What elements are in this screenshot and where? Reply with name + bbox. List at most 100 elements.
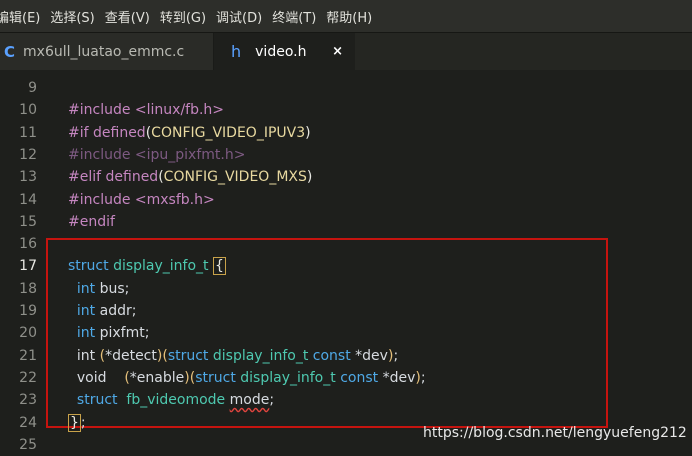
code-text: int bus; xyxy=(68,278,129,300)
tab-label: mx6ull_luatao_emmc.c xyxy=(23,43,185,60)
code-token: display_info_t xyxy=(240,369,341,386)
menu-item[interactable]: 终端(T) xyxy=(272,7,316,26)
menu-item[interactable]: 选择(S) xyxy=(50,7,94,26)
menu-item[interactable]: 编辑(E) xyxy=(0,7,40,26)
code-token: #include xyxy=(68,102,135,119)
code-line: 16 xyxy=(0,233,692,255)
code-token: #include xyxy=(68,191,135,208)
code-text: struct fb_videomode mode; xyxy=(68,389,274,411)
code-token: } xyxy=(68,413,81,432)
code-text: int (*detect)(struct display_info_t cons… xyxy=(68,345,398,367)
tab-video-h[interactable]: h video.h × xyxy=(214,33,355,70)
line-number: 23 xyxy=(19,392,37,409)
code-line: 20 int pixfmt; xyxy=(0,322,692,344)
line-number: 14 xyxy=(19,191,37,208)
line-number: 25 xyxy=(19,436,37,453)
code-line: 11 #if defined(CONFIG_VIDEO_IPUV3) xyxy=(0,122,692,144)
watermark: https://blog.csdn.net/lengyuefeng212 xyxy=(423,425,687,441)
code-token: struct xyxy=(76,392,127,409)
code-text: int pixfmt; xyxy=(68,322,150,344)
line-number: 10 xyxy=(19,102,37,119)
close-icon[interactable]: × xyxy=(332,44,343,59)
code-token: *dev xyxy=(382,369,416,386)
line-number: 20 xyxy=(19,325,37,342)
menu-item[interactable]: 调试(D) xyxy=(216,7,262,26)
code-token: bus; xyxy=(99,280,130,297)
code-token: ; xyxy=(393,347,399,364)
code-token: int xyxy=(76,280,100,297)
code-token: *enable xyxy=(129,369,185,386)
code-token: ) xyxy=(305,124,311,141)
code-token: display_info_t xyxy=(113,258,213,275)
line-number: 18 xyxy=(19,280,37,297)
code-token: <mxsfb.h> xyxy=(134,191,215,208)
code-token: #elif defined xyxy=(68,169,159,186)
code-text: #include <linux/fb.h> xyxy=(68,99,224,121)
code-token: const xyxy=(312,347,356,364)
code-text: struct display_info_t { xyxy=(68,255,226,277)
code-token: <linux/fb.h> xyxy=(134,102,225,119)
menu-item[interactable]: 查看(V) xyxy=(105,7,150,26)
code-token: addr; xyxy=(99,303,137,319)
code-text: }; xyxy=(68,412,86,434)
line-number: 22 xyxy=(19,369,37,386)
h-file-icon: h xyxy=(231,42,242,61)
code-token: struct xyxy=(167,347,213,364)
code-token: CONFIG_VIDEO_MXS xyxy=(163,169,307,186)
code-token: display_info_t xyxy=(212,347,313,364)
code-line: 22 void (*enable)(struct display_info_t … xyxy=(0,367,692,389)
menu-bar: 编辑(E) 选择(S) 查看(V) 转到(G) 调试(D) 终端(T) 帮助(H) xyxy=(0,0,692,33)
code-token: int xyxy=(76,325,100,342)
code-line: 13 #elif defined(CONFIG_VIDEO_MXS) xyxy=(0,166,692,188)
code-line: 21 int (*detect)(struct display_info_t c… xyxy=(0,345,692,367)
code-text: #endif xyxy=(68,211,115,233)
code-token: )( xyxy=(156,347,168,364)
code-line: 12 #include <ipu_pixfmt.h> xyxy=(0,144,692,166)
line-number: 15 xyxy=(19,213,37,230)
tab-mx6ull-luatao-emmc-c[interactable]: C mx6ull_luatao_emmc.c xyxy=(0,33,214,70)
line-number: 13 xyxy=(19,169,37,186)
line-number: 19 xyxy=(19,303,37,319)
code-line: 14 #include <mxsfb.h> xyxy=(0,189,692,211)
code-token: #include <ipu_pixfmt.h> xyxy=(68,146,246,163)
code-token: struct xyxy=(195,369,241,386)
code-token: const xyxy=(340,369,383,386)
code-token: int xyxy=(68,347,100,364)
code-text: #if defined(CONFIG_VIDEO_IPUV3) xyxy=(68,122,311,144)
code-token: ; xyxy=(80,414,86,431)
code-token: )( xyxy=(184,369,196,386)
menu-item[interactable]: 转到(G) xyxy=(160,7,206,26)
code-token: pixfmt; xyxy=(99,325,150,342)
tab-bar: C mx6ull_luatao_emmc.c h video.h × xyxy=(0,33,692,70)
line-number: 21 xyxy=(19,347,37,364)
code-token: ) xyxy=(306,169,313,186)
code-token: ; xyxy=(420,369,426,386)
line-number: 24 xyxy=(19,414,37,431)
code-token: *dev xyxy=(355,347,388,364)
code-token: void xyxy=(68,369,125,386)
c-file-icon: C xyxy=(4,42,16,61)
line-number: 17 xyxy=(19,258,37,275)
code-text: void (*enable)(struct display_info_t con… xyxy=(68,367,426,389)
line-number: 16 xyxy=(19,236,37,253)
code-editor[interactable]: 9 10 #include <linux/fb.h> 11 #if defined(CO… xyxy=(0,70,692,453)
code-token: CONFIG_VIDEO_IPUV3 xyxy=(151,124,306,141)
code-token: struct xyxy=(68,258,114,275)
code-line: 23 struct fb_videomode mode; xyxy=(0,389,692,411)
menu-item[interactable]: 帮助(H) xyxy=(326,7,372,26)
code-text: int addr; xyxy=(68,300,137,322)
tab-label: video.h xyxy=(255,43,307,60)
code-token: #endif xyxy=(68,213,115,230)
code-token: *detect xyxy=(105,347,157,364)
code-token: int xyxy=(76,303,100,319)
code-line: 9 xyxy=(0,77,692,99)
code-line: 18 int bus; xyxy=(0,278,692,300)
line-number: 11 xyxy=(19,124,37,141)
code-text: #include <mxsfb.h> xyxy=(68,189,215,211)
line-number: 9 xyxy=(28,80,37,96)
code-line: 19 int addr; xyxy=(0,300,692,322)
